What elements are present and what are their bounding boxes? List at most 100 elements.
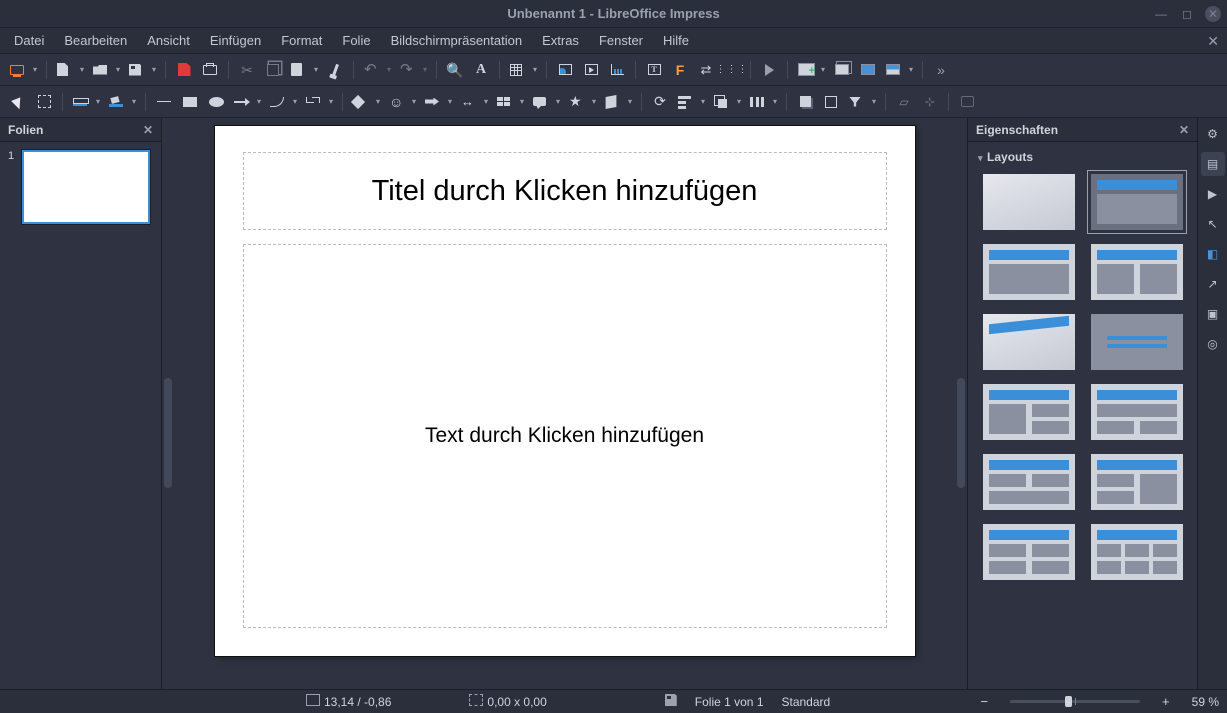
block-arrows-button[interactable] xyxy=(421,90,455,114)
insert-image-button[interactable] xyxy=(553,58,577,82)
menu-format[interactable]: Format xyxy=(271,28,332,53)
start-presentation-button[interactable] xyxy=(6,58,40,82)
slide-canvas[interactable]: Titel durch Klicken hinzufügen Text durc… xyxy=(215,126,915,656)
cut-button[interactable]: ✂ xyxy=(235,58,259,82)
menubar-close-icon[interactable]: ✕ xyxy=(1207,28,1219,54)
new-slide-button[interactable] xyxy=(794,58,828,82)
zoom-pan-button[interactable] xyxy=(32,90,56,114)
menu-fenster[interactable]: Fenster xyxy=(589,28,653,53)
sidebar-tab-styles[interactable]: ↗ xyxy=(1201,272,1225,296)
start-from-first-button[interactable] xyxy=(757,58,781,82)
sidebar-tab-navigator[interactable]: ◎ xyxy=(1201,332,1225,356)
filter-button[interactable] xyxy=(845,90,879,114)
arrow-tool-button[interactable] xyxy=(230,90,264,114)
layout-title-only[interactable] xyxy=(983,244,1075,300)
zoom-in-button[interactable]: + xyxy=(1158,694,1174,709)
menu-ansicht[interactable]: Ansicht xyxy=(137,28,200,53)
line-tool-button[interactable] xyxy=(152,90,176,114)
window-close-icon[interactable]: ✕ xyxy=(1205,6,1221,22)
layout-title-content[interactable] xyxy=(1091,174,1183,230)
redo-button[interactable]: ↷ xyxy=(396,58,430,82)
menu-hilfe[interactable]: Hilfe xyxy=(653,28,699,53)
textbox-button[interactable]: T xyxy=(642,58,666,82)
layout-four-content[interactable] xyxy=(983,524,1075,580)
new-button[interactable] xyxy=(53,58,87,82)
zoom-slider-thumb[interactable] xyxy=(1065,696,1072,707)
menu-bearbeiten[interactable]: Bearbeiten xyxy=(54,28,137,53)
zoom-level[interactable]: 59 % xyxy=(1192,695,1219,709)
crop-button[interactable] xyxy=(819,90,843,114)
sidebar-tab-slide-transition[interactable]: ▶ xyxy=(1201,182,1225,206)
ellipse-tool-button[interactable] xyxy=(204,90,228,114)
fontwork-button[interactable]: F xyxy=(668,58,692,82)
find-button[interactable]: 🔍 xyxy=(443,58,467,82)
right-scroll-handle[interactable] xyxy=(957,378,965,488)
insert-media-button[interactable] xyxy=(579,58,603,82)
hyperlink-button[interactable]: ⇄ xyxy=(694,58,718,82)
callouts-button[interactable] xyxy=(529,90,563,114)
toolbar-overflow-button[interactable]: » xyxy=(929,58,953,82)
connector-tool-button[interactable] xyxy=(302,90,336,114)
layout-two-content[interactable] xyxy=(1091,244,1183,300)
slide-thumbnail-1[interactable]: 1 xyxy=(8,150,153,224)
arrange-button[interactable] xyxy=(710,90,744,114)
sidebar-tab-gallery[interactable]: ▣ xyxy=(1201,302,1225,326)
shadow-button[interactable] xyxy=(793,90,817,114)
flowchart-button[interactable] xyxy=(493,90,527,114)
properties-panel-close-icon[interactable]: ✕ xyxy=(1179,123,1189,137)
3d-objects-button[interactable] xyxy=(601,90,635,114)
layout-blank[interactable] xyxy=(983,174,1075,230)
status-template[interactable]: Standard xyxy=(782,695,831,709)
extrusion-button[interactable] xyxy=(955,90,979,114)
paste-button[interactable] xyxy=(287,58,321,82)
gluepoints-button[interactable]: ⊹ xyxy=(918,90,942,114)
layouts-section-title[interactable]: Layouts xyxy=(976,146,1189,168)
save-button[interactable] xyxy=(125,58,159,82)
status-slide-info[interactable]: Folie 1 von 1 xyxy=(695,695,764,709)
rotate-button[interactable]: ⟳ xyxy=(648,90,672,114)
zoom-slider[interactable] xyxy=(1010,700,1140,703)
layout-title-slide[interactable] xyxy=(983,314,1075,370)
content-placeholder[interactable]: Text durch Klicken hinzufügen xyxy=(243,244,887,628)
stars-button[interactable]: ★ xyxy=(565,90,599,114)
sidebar-tab-animation[interactable]: ↖ xyxy=(1201,212,1225,236)
duplicate-slide-button[interactable] xyxy=(830,58,854,82)
menu-datei[interactable]: Datei xyxy=(4,28,54,53)
two-way-button[interactable]: ↔ xyxy=(457,90,491,114)
align-button[interactable] xyxy=(674,90,708,114)
layout-content-two[interactable] xyxy=(1091,384,1183,440)
title-placeholder[interactable]: Titel durch Klicken hinzufügen xyxy=(243,152,887,230)
layout-centered-text[interactable] xyxy=(1091,314,1183,370)
print-button[interactable] xyxy=(198,58,222,82)
export-pdf-button[interactable] xyxy=(172,58,196,82)
basic-shapes-button[interactable] xyxy=(349,90,383,114)
slide-layout-button[interactable] xyxy=(882,58,916,82)
undo-button[interactable]: ↶ xyxy=(360,58,394,82)
display-grid-button[interactable] xyxy=(506,58,540,82)
open-button[interactable] xyxy=(89,58,123,82)
distribute-button[interactable] xyxy=(746,90,780,114)
slide-properties-button[interactable] xyxy=(856,58,880,82)
copy-button[interactable] xyxy=(261,58,285,82)
menu-einfuegen[interactable]: Einfügen xyxy=(200,28,271,53)
layout-one-over-two[interactable] xyxy=(1091,454,1183,510)
zoom-out-button[interactable]: − xyxy=(976,694,992,709)
insert-chart-button[interactable] xyxy=(605,58,629,82)
special-char-button[interactable]: ⋮⋮⋮ xyxy=(720,58,744,82)
spellcheck-button[interactable]: A xyxy=(469,58,493,82)
status-modified-icon[interactable] xyxy=(665,694,677,709)
layout-two-content-b[interactable] xyxy=(983,384,1075,440)
symbol-shapes-button[interactable]: ☺ xyxy=(385,90,419,114)
window-minimize-icon[interactable]: — xyxy=(1153,6,1169,22)
sidebar-tab-master[interactable]: ◧ xyxy=(1201,242,1225,266)
menu-folie[interactable]: Folie xyxy=(332,28,380,53)
points-button[interactable]: ▱ xyxy=(892,90,916,114)
sidebar-tab-properties[interactable]: ▤ xyxy=(1201,152,1225,176)
curve-tool-button[interactable] xyxy=(266,90,300,114)
layout-six-content[interactable] xyxy=(1091,524,1183,580)
sidebar-settings-icon[interactable]: ⚙ xyxy=(1201,122,1225,146)
select-tool-button[interactable] xyxy=(6,90,30,114)
layout-two-over-one[interactable] xyxy=(983,454,1075,510)
left-scroll-handle[interactable] xyxy=(164,378,172,488)
menu-bildschirmpraesentation[interactable]: Bildschirmpräsentation xyxy=(381,28,533,53)
